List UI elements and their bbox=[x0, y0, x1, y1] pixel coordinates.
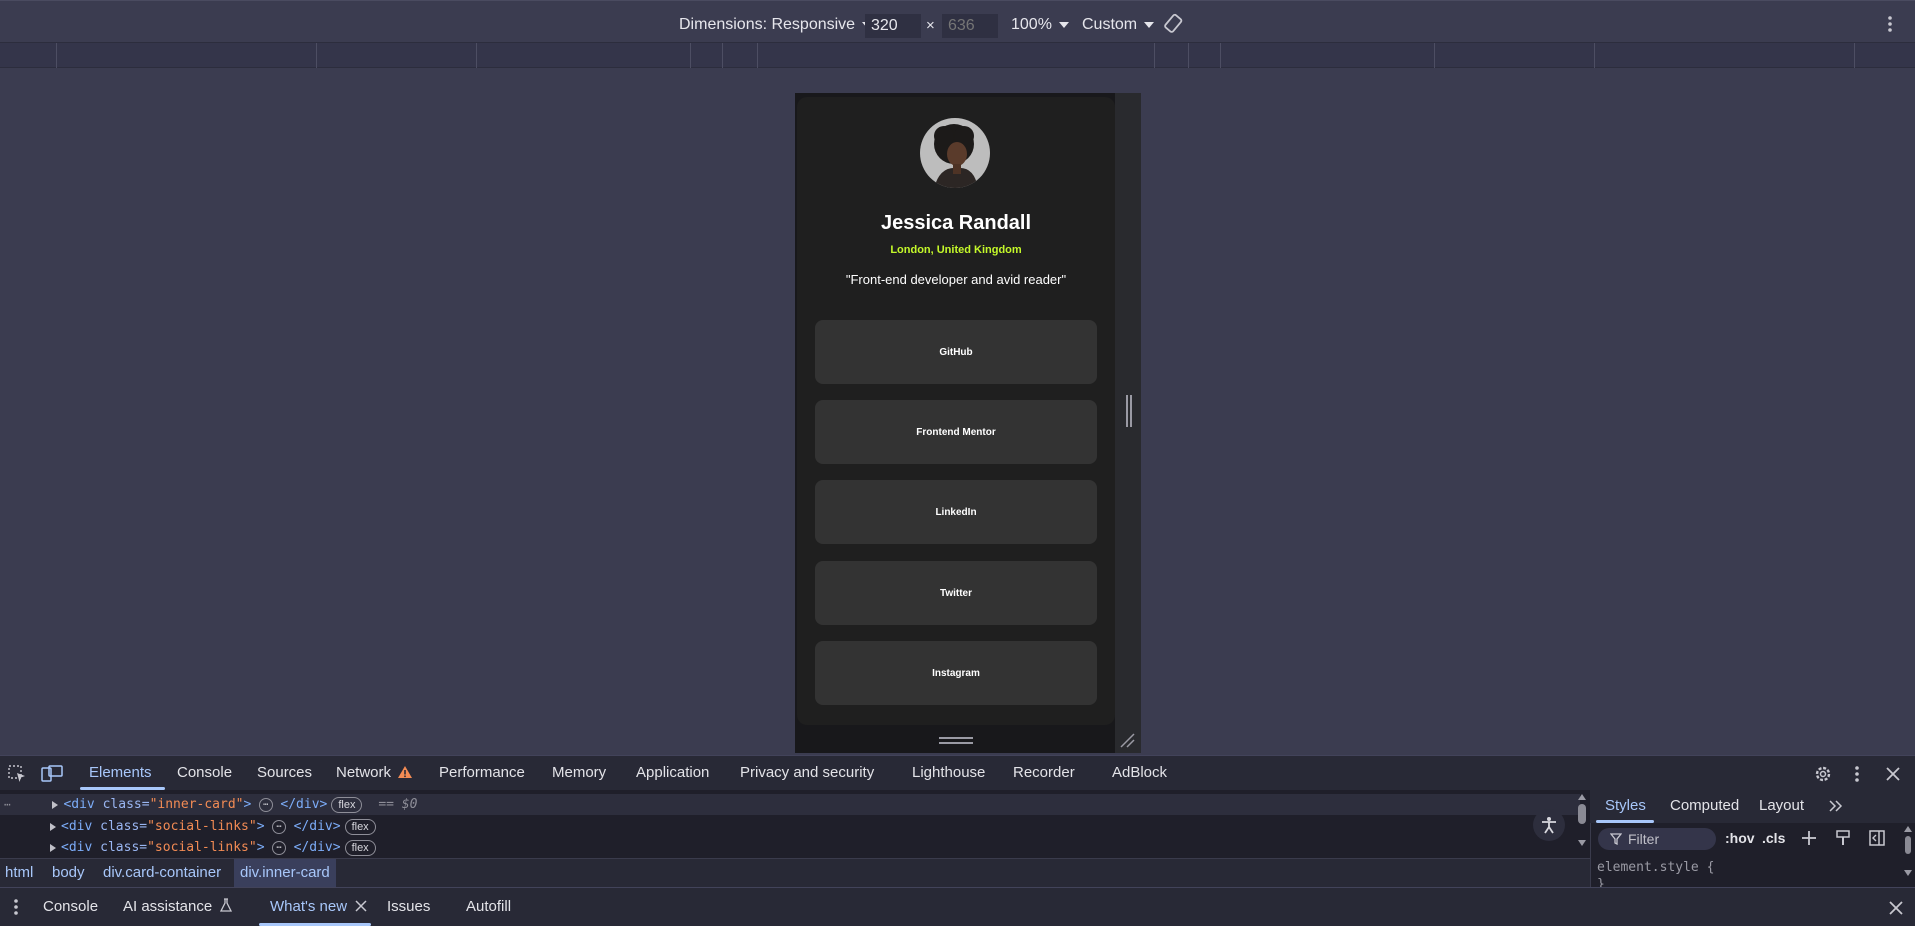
tab-recorder[interactable]: Recorder bbox=[1013, 756, 1075, 790]
avatar bbox=[920, 118, 990, 188]
tab-computed[interactable]: Computed bbox=[1670, 790, 1739, 822]
profile-name: Jessica Randall bbox=[880, 212, 1032, 234]
dimension-separator: × bbox=[926, 17, 935, 34]
breadcrumb: html body div.card-container div.inner-c… bbox=[0, 858, 1590, 887]
profile-location: London, United Kingdom bbox=[890, 244, 1022, 256]
drawer-tab-autofill[interactable]: Autofill bbox=[466, 888, 511, 926]
devtools-menu-icon[interactable] bbox=[1847, 763, 1867, 785]
drawer-tab-ai-assistance-label: AI assistance bbox=[123, 898, 213, 915]
tab-sources[interactable]: Sources bbox=[257, 756, 312, 790]
expand-triangle-icon[interactable] bbox=[50, 843, 56, 852]
drawer-menu-icon[interactable] bbox=[8, 897, 24, 917]
breadcrumb-card-container[interactable]: div.card-container bbox=[103, 859, 221, 887]
accessibility-icon[interactable] bbox=[1533, 809, 1565, 841]
tab-styles[interactable]: Styles bbox=[1605, 790, 1646, 822]
devtools-tab-bar: Elements Console Sources Network Perform… bbox=[0, 755, 1915, 790]
breadcrumb-inner-card[interactable]: div.inner-card bbox=[234, 859, 336, 887]
throttle-label: Custom bbox=[1082, 16, 1138, 33]
tab-application[interactable]: Application bbox=[636, 756, 709, 790]
scrollbar[interactable] bbox=[1578, 794, 1586, 850]
tab-elements[interactable]: Elements bbox=[89, 756, 152, 790]
settings-gear-icon[interactable] bbox=[1812, 763, 1834, 785]
resize-right-handle[interactable] bbox=[1125, 395, 1133, 427]
frontend-mentor-link-button[interactable]: Frontend Mentor bbox=[815, 400, 1097, 464]
profile-bio: "Front-end developer and avid reader" bbox=[845, 272, 1067, 287]
element-style-selector: element.style { bbox=[1597, 860, 1715, 875]
resize-corner-icon[interactable] bbox=[1119, 732, 1135, 748]
tab-network[interactable]: Network bbox=[336, 756, 413, 790]
dom-node-social-links[interactable]: <div class="social-links"> ⋯ </div> flex bbox=[50, 816, 376, 837]
chevron-down-icon bbox=[1144, 21, 1155, 28]
resize-bottom-handle[interactable] bbox=[939, 737, 973, 745]
close-devtools-icon[interactable] bbox=[1882, 763, 1904, 785]
close-icon bbox=[355, 900, 367, 912]
media-query-ruler[interactable] bbox=[0, 43, 1915, 68]
drawer-tab-whats-new[interactable]: What's new bbox=[270, 888, 367, 926]
device-toolbar: Dimensions: Responsive × 100% Custom bbox=[0, 0, 1915, 43]
flask-icon bbox=[220, 898, 233, 912]
expand-triangle-icon[interactable] bbox=[52, 800, 59, 809]
cls-toggle[interactable]: .cls bbox=[1762, 830, 1785, 846]
twitter-link-button[interactable]: Twitter bbox=[815, 561, 1097, 625]
tab-network-label: Network bbox=[336, 764, 392, 781]
tab-adblock[interactable]: AdBlock bbox=[1112, 756, 1167, 790]
filter-placeholder: Filter bbox=[1628, 831, 1660, 847]
more-icon: ⋯ bbox=[4, 798, 11, 811]
warning-icon bbox=[398, 766, 413, 778]
element-style-rule[interactable]: element.style { bbox=[1597, 860, 1714, 875]
rotate-icon[interactable] bbox=[1162, 12, 1186, 36]
active-tab-indicator bbox=[1596, 820, 1654, 823]
drawer-tab-console[interactable]: Console bbox=[43, 888, 98, 926]
tab-lighthouse[interactable]: Lighthouse bbox=[912, 756, 985, 790]
drawer-tab-ai-assistance[interactable]: AI assistance bbox=[123, 888, 233, 926]
paint-brush-icon[interactable] bbox=[1833, 828, 1853, 848]
github-link-button[interactable]: GitHub bbox=[815, 320, 1097, 384]
tab-performance[interactable]: Performance bbox=[439, 756, 525, 790]
breadcrumb-html[interactable]: html bbox=[5, 859, 33, 887]
zoom-label: 100% bbox=[1011, 16, 1052, 33]
styles-scrollbar[interactable] bbox=[1904, 826, 1912, 886]
hov-toggle[interactable]: :hov bbox=[1725, 830, 1755, 846]
tab-console[interactable]: Console bbox=[177, 756, 232, 790]
elements-tree: ⋯ <div class="inner-card"> ⋯ </div> flex … bbox=[0, 790, 1590, 858]
styles-tab-bar: Styles Computed Layout bbox=[1590, 790, 1915, 823]
height-input[interactable] bbox=[942, 14, 998, 38]
more-tabs-icon[interactable] bbox=[1826, 796, 1846, 816]
drawer-tab-issues[interactable]: Issues bbox=[387, 888, 430, 926]
tab-privacy-and-security[interactable]: Privacy and security bbox=[740, 756, 874, 790]
expand-triangle-icon[interactable] bbox=[50, 822, 56, 831]
dom-node-inner-card[interactable]: ⋯ <div class="inner-card"> ⋯ </div> flex … bbox=[0, 794, 1580, 815]
close-drawer-icon[interactable] bbox=[1886, 898, 1906, 918]
throttle-dropdown[interactable]: Custom bbox=[1082, 16, 1155, 34]
dimensions-label: Dimensions: Responsive bbox=[679, 16, 856, 33]
linkedin-link-button[interactable]: LinkedIn bbox=[815, 480, 1097, 544]
width-input[interactable] bbox=[865, 14, 921, 38]
device-toggle-icon[interactable] bbox=[40, 763, 64, 785]
element-style-close: } bbox=[1597, 877, 1605, 887]
zoom-dropdown[interactable]: 100% bbox=[1011, 16, 1069, 34]
filter-icon bbox=[1610, 833, 1622, 845]
chevron-down-icon bbox=[1058, 21, 1069, 28]
tab-layout[interactable]: Layout bbox=[1759, 790, 1804, 822]
toggle-sidebar-icon[interactable] bbox=[1867, 828, 1887, 848]
more-options-icon[interactable] bbox=[1880, 12, 1900, 36]
devtools-drawer: Console AI assistance What's new Issues … bbox=[0, 887, 1915, 926]
add-rule-icon[interactable] bbox=[1799, 828, 1819, 848]
tab-memory[interactable]: Memory bbox=[552, 756, 606, 790]
drawer-tab-whats-new-label: What's new bbox=[270, 898, 348, 915]
instagram-link-button[interactable]: Instagram bbox=[815, 641, 1097, 705]
dimensions-dropdown[interactable]: Dimensions: Responsive bbox=[679, 16, 873, 34]
styles-filter-input[interactable]: Filter bbox=[1598, 828, 1716, 850]
inspect-element-icon[interactable] bbox=[6, 763, 28, 785]
dom-node-social-links[interactable]: <div class="social-links"> ⋯ </div> flex bbox=[50, 837, 376, 858]
breadcrumb-body[interactable]: body bbox=[52, 859, 85, 887]
